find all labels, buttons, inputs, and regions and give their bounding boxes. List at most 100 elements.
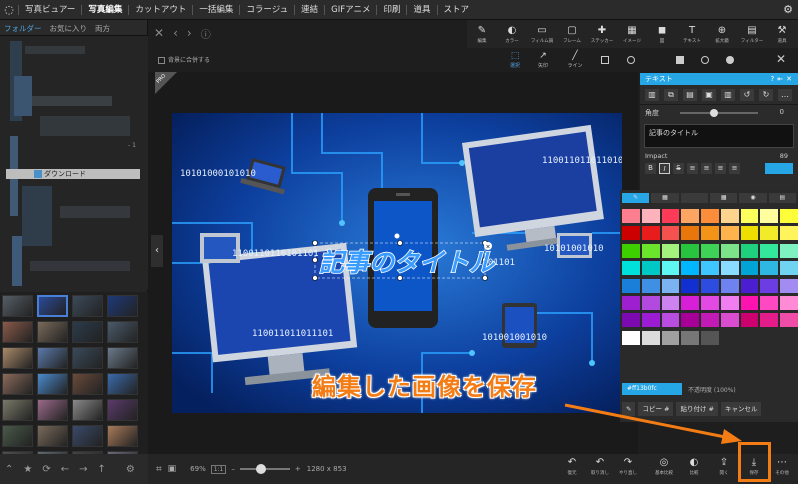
palette-tab-blank[interactable] (680, 193, 708, 203)
thumbnail-item[interactable] (37, 399, 68, 421)
toolbar-shape-button[interactable]: ◼ 図 (647, 20, 677, 48)
angle-slider-handle[interactable] (710, 109, 718, 117)
color-swatch[interactable] (622, 209, 640, 223)
settings-gear-icon[interactable]: ⚙ (783, 3, 793, 16)
color-swatch[interactable] (701, 330, 719, 345)
color-swatch[interactable] (641, 330, 660, 345)
color-swatch[interactable] (681, 226, 700, 241)
palette-tab-grid[interactable]: ▦ (651, 193, 679, 203)
angle-slider[interactable] (680, 109, 758, 117)
font-select[interactable]: Impact (645, 152, 667, 160)
color-swatch[interactable] (740, 313, 759, 328)
thumbnail-item[interactable] (2, 347, 33, 369)
toolbar-magnifier-button[interactable]: ⊕ 拡大鏡 (707, 20, 737, 48)
menu-item-9[interactable]: ストア (436, 4, 476, 15)
menu-item-8[interactable]: 道具 (406, 4, 436, 15)
color-swatch[interactable] (681, 243, 700, 258)
color-swatch[interactable] (720, 330, 739, 345)
color-swatch[interactable] (720, 313, 739, 328)
color-swatch[interactable] (622, 261, 640, 276)
strike-button[interactable]: S (673, 162, 684, 174)
menu-item-1[interactable]: 写真編集 (81, 4, 128, 15)
toolbar-text-button[interactable]: T テキスト (677, 20, 707, 48)
layer-up-icon[interactable]: ▤ (683, 88, 697, 101)
color-swatch[interactable] (681, 313, 700, 328)
align-justify-button[interactable]: ≡ (729, 162, 740, 174)
delete-icon[interactable]: ▥ (645, 88, 659, 101)
bold-button[interactable]: B (645, 162, 656, 174)
angle-value[interactable]: 0 (780, 108, 784, 116)
prev-icon[interactable]: ‹ (173, 26, 178, 40)
color-swatch[interactable] (641, 261, 660, 276)
color-swatch[interactable] (780, 209, 798, 223)
color-swatch[interactable] (641, 295, 660, 310)
palette-tab-wheel[interactable]: ◉ (739, 193, 767, 203)
toolbar-film-button[interactable]: ▭ フィルム調 (527, 20, 557, 48)
menu-item-5[interactable]: 連結 (294, 4, 324, 15)
color-swatch[interactable] (661, 261, 680, 276)
arrow-tool[interactable]: ↗ 矢印 (532, 50, 554, 69)
thumbnail-item[interactable] (72, 425, 103, 447)
thumbnail-item[interactable] (107, 425, 138, 447)
color-swatch[interactable] (760, 295, 779, 310)
color-swatch[interactable] (720, 226, 739, 241)
fit-icon[interactable]: ▣ (168, 464, 177, 474)
photo-title-text[interactable]: 記事のタイトル (318, 247, 497, 278)
color-swatch[interactable] (720, 243, 739, 258)
color-swatch[interactable] (701, 226, 719, 241)
color-swatch[interactable] (780, 330, 798, 345)
folder-tree[interactable]: - 1 ダウンロード (0, 36, 148, 290)
layer-down-icon[interactable]: ▣ (702, 88, 716, 101)
color-swatch[interactable] (641, 278, 660, 293)
color-swatch[interactable] (661, 295, 680, 310)
thumbnail-item[interactable] (2, 425, 33, 447)
collapse-left-panel-icon[interactable]: ‹ (151, 235, 163, 267)
menu-item-4[interactable]: コラージュ (239, 4, 294, 15)
menu-item-2[interactable]: カットアウト (128, 4, 192, 15)
menu-item-7[interactable]: 印刷 (376, 4, 406, 15)
cancel-button[interactable]: キャンセル (720, 402, 762, 416)
color-swatch[interactable] (641, 243, 660, 258)
color-swatch[interactable] (681, 330, 700, 345)
ellipse-tool[interactable] (701, 56, 709, 64)
color-swatch[interactable] (681, 261, 700, 276)
italic-button[interactable]: I (659, 162, 670, 174)
color-swatch[interactable] (661, 330, 680, 345)
color-swatch[interactable] (681, 278, 700, 293)
font-size-value[interactable]: 89 (780, 152, 788, 160)
color-swatch[interactable] (720, 295, 739, 310)
align-left-button[interactable]: ≡ (687, 162, 698, 174)
color-swatch[interactable] (701, 278, 719, 293)
color-swatch[interactable] (760, 278, 779, 293)
thumbnail-item[interactable] (2, 399, 33, 421)
color-swatch[interactable] (701, 313, 719, 328)
color-swatch[interactable] (760, 261, 779, 276)
color-swatch[interactable] (780, 243, 798, 258)
color-swatch[interactable] (760, 209, 779, 223)
toolbar-color-button[interactable]: ◐ カラー (497, 20, 527, 48)
up-icon[interactable]: ↑ (98, 464, 106, 475)
bottom-undo-button[interactable]: ↶ 復元 (560, 456, 584, 476)
color-swatch[interactable] (760, 330, 779, 345)
select-tool[interactable]: ⬚ 選択 (504, 50, 526, 69)
thumbnail-item[interactable] (37, 295, 68, 317)
thumbnail-item[interactable] (72, 347, 103, 369)
color-swatch[interactable] (661, 313, 680, 328)
text-color-swatch[interactable] (765, 162, 793, 174)
thumbnail-item[interactable] (37, 321, 68, 343)
color-swatch[interactable] (740, 295, 759, 310)
align-center-button[interactable]: ≡ (701, 162, 712, 174)
download-folder-item[interactable]: ダウンロード (6, 169, 140, 179)
rect-fill-tool[interactable] (676, 56, 684, 64)
thumbnail-item[interactable] (2, 321, 33, 343)
zoom-value[interactable]: 69% (190, 465, 206, 473)
hex-input[interactable]: #ff13b0fc (622, 383, 682, 395)
next-icon[interactable]: › (187, 26, 192, 40)
color-swatch[interactable] (780, 278, 798, 293)
toolbar-filter-button[interactable]: ▤ フィルター (737, 20, 767, 48)
color-swatch[interactable] (740, 278, 759, 293)
color-swatch[interactable] (622, 330, 640, 345)
star-icon[interactable]: ★ (23, 464, 32, 475)
more-options-icon[interactable]: … (778, 88, 792, 101)
app-logo-icon[interactable]: ◌ (0, 1, 18, 19)
